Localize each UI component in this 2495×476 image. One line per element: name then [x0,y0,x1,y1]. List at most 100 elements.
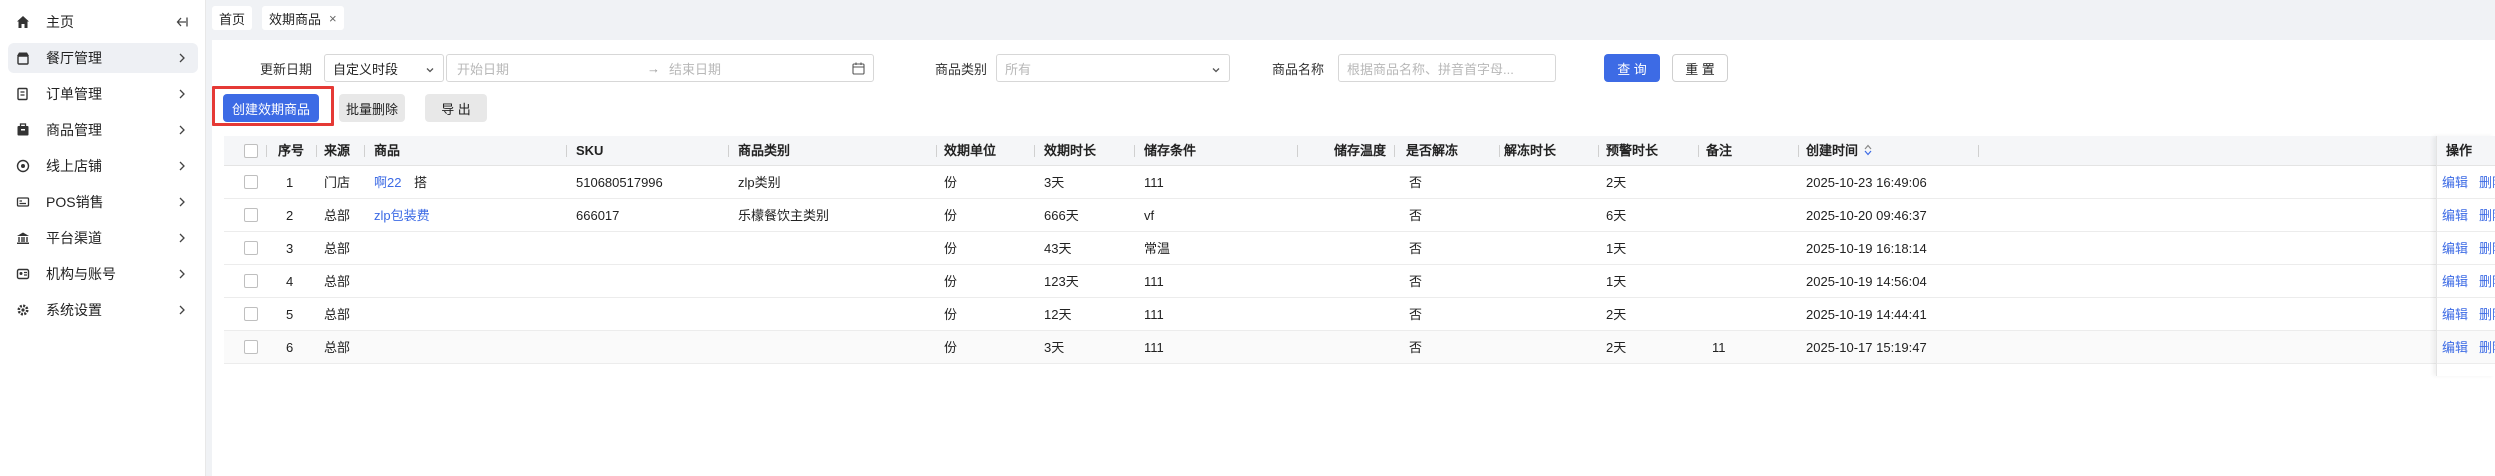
select-all-checkbox[interactable] [244,144,258,158]
chevron-right-icon [176,88,188,100]
sidebar-item-restaurant[interactable]: 餐厅管理 [8,43,198,73]
tab-label: 首页 [219,11,246,27]
category-select-value: 所有 [1005,61,1032,77]
sidebar-item-online-store[interactable]: 线上店铺 [8,151,198,181]
cell-duration: 12天 [1044,307,1072,322]
tab-home[interactable]: 首页 [212,6,253,30]
column-divider [1698,145,1699,157]
cell-unit: 份 [944,175,958,190]
date-mode-select[interactable]: 自定义时段 [324,54,444,82]
cell-unit: 份 [944,340,958,355]
sidebar-item-label: 订单管理 [46,86,102,102]
sort-icon[interactable] [1864,137,1872,167]
highlight-box [212,86,334,126]
header-temperature: 储存温度 [1334,143,1387,158]
start-date-input[interactable]: 开始日期 [457,59,509,78]
product-name-input[interactable]: 根据商品名称、拼音首字母... [1338,54,1556,82]
sidebar-item-settings[interactable]: 系统设置 [8,295,198,325]
fixed-actions-column-shadow [2436,136,2495,376]
chevron-right-icon [176,52,188,64]
table-header: 序号 来源 商品 SKU 商品类别 效期单位 效期时长 储存条件 储存温度 是否… [224,136,2495,166]
reset-button[interactable]: 重 置 [1672,54,1728,82]
cell-storage: 常温 [1144,241,1171,256]
row-checkbox[interactable] [244,175,258,189]
column-divider [1499,145,1500,157]
order-icon [16,87,30,101]
header-warning: 预警时长 [1606,143,1659,158]
header-thaw-duration: 解冻时长 [1504,143,1557,158]
row-checkbox[interactable] [244,241,258,255]
cell-source: 总部 [324,274,351,289]
chevron-down-icon [425,63,435,78]
header-unit: 效期单位 [944,143,997,158]
date-range-picker[interactable]: 开始日期 → 结束日期 [446,54,874,82]
sidebar-item-platform[interactable]: 平台渠道 [8,223,198,253]
batch-delete-button[interactable]: 批量删除 [339,94,405,122]
category-select[interactable]: 所有 [996,54,1230,82]
home-icon [16,15,30,29]
tab-expiry-products[interactable]: 效期商品 × [262,6,344,30]
main-panel: 更新日期 自定义时段 开始日期 → 结束日期 商品类别 所有 商品名称 根据商品… [212,40,2495,476]
row-checkbox[interactable] [244,340,258,354]
export-button[interactable]: 导 出 [425,94,487,122]
sidebar-item-accounts[interactable]: 机构与账号 [8,259,198,289]
cell-created-time: 2025-10-19 14:44:41 [1806,307,1927,322]
sidebar-item-products[interactable]: 商品管理 [8,115,198,145]
cell-thaw: 否 [1409,175,1423,190]
row-checkbox[interactable] [244,208,258,222]
end-date-input[interactable]: 结束日期 [669,59,721,78]
cell-sku: 510680517996 [576,175,663,190]
column-divider [1598,145,1599,157]
cell-duration: 3天 [1044,175,1065,190]
header-note: 备注 [1706,143,1733,158]
cell-thaw: 否 [1409,307,1423,322]
cell-product-link[interactable]: zlp包装费 [374,199,430,232]
cell-source: 门店 [324,175,351,190]
date-filter-label: 更新日期 [260,62,313,77]
column-divider [364,145,365,157]
header-created-time-label: 创建时间 [1806,143,1859,158]
cell-index: 2 [286,208,294,223]
table-row: 6 总部 份 3天 111 否 2天 11 2025-10-17 15:19:4… [224,331,2495,364]
cell-product-link[interactable]: 啊22 [374,166,401,199]
sidebar-item-label: 主页 [46,14,74,30]
table-row: 1 门店 啊22 搭 510680517996 zlp类别 份 3天 111 否… [224,166,2495,199]
chevron-right-icon [176,232,188,244]
column-divider [566,145,567,157]
cell-warning: 6天 [1606,208,1627,223]
cell-unit: 份 [944,241,958,256]
sidebar-item-label: POS销售 [46,194,104,210]
cell-thaw: 否 [1409,241,1423,256]
column-divider [1134,145,1135,157]
sidebar-item-label: 线上店铺 [46,158,102,174]
close-icon[interactable]: × [329,11,337,26]
column-divider [1297,145,1298,157]
sidebar-item-label: 系统设置 [46,302,102,318]
gear-icon [16,303,30,317]
column-divider [1798,145,1799,157]
tab-label: 效期商品 [269,11,322,27]
cell-duration: 43天 [1044,241,1072,256]
sidebar-item-pos[interactable]: POS销售 [8,187,198,217]
sidebar-item-orders[interactable]: 订单管理 [8,79,198,109]
table-row: 2 总部 zlp包装费 666017 乐檬餐饮主类别 份 666天 vf 否 6… [224,199,2495,232]
cell-duration: 123天 [1044,274,1079,289]
cell-storage: 111 [1144,175,1164,190]
sidebar-item-home[interactable]: 主页 [8,7,198,37]
cell-unit: 份 [944,307,958,322]
sidebar: 主页 餐厅管理 订单管理 商品管理 线上店铺 POS销售 平台渠道 机构与账号 [0,0,206,476]
row-checkbox[interactable] [244,274,258,288]
header-created-time[interactable]: 创建时间 [1806,136,1872,166]
cell-thaw: 否 [1409,340,1423,355]
pos-icon [16,195,30,209]
search-button[interactable]: 查 询 [1604,54,1660,82]
cell-category: 乐檬餐饮主类别 [738,208,830,223]
collapse-sidebar-icon[interactable] [176,16,188,28]
cell-duration: 3天 [1044,340,1065,355]
column-divider [1978,145,1979,157]
row-checkbox[interactable] [244,307,258,321]
cell-index: 6 [286,340,294,355]
restaurant-icon [16,51,30,65]
product-name-placeholder: 根据商品名称、拼音首字母... [1347,61,1514,77]
cell-thaw: 否 [1409,274,1423,289]
